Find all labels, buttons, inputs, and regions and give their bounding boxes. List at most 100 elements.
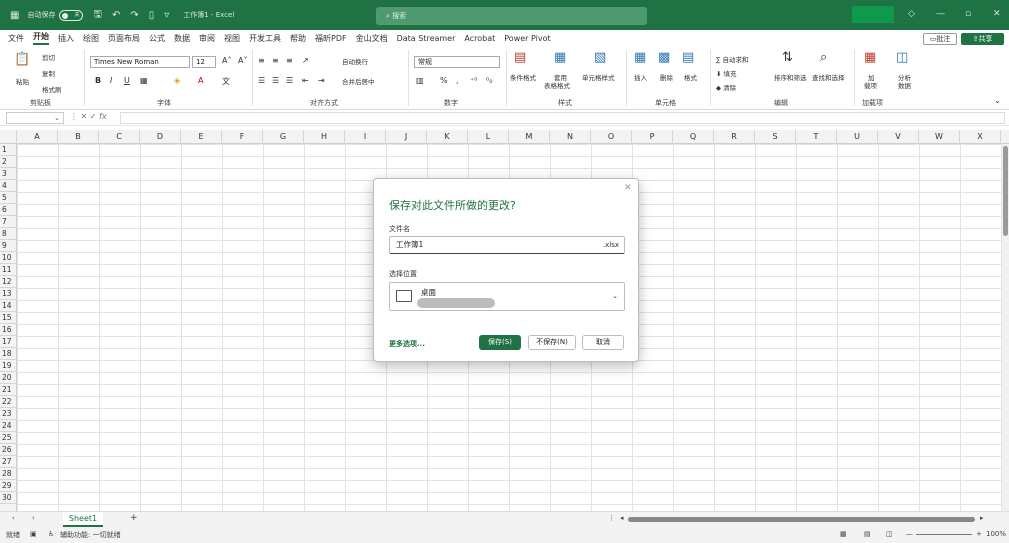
column-header[interactable]: S [755,130,796,144]
restore-button[interactable]: ▫ [965,9,971,19]
column-header[interactable]: B [58,130,99,144]
minimize-button[interactable]: — [936,9,945,19]
column-header[interactable]: W [919,130,960,144]
scroll-left-icon[interactable]: ◂ [620,514,624,522]
row-header[interactable]: 9 [0,240,17,252]
find-select-icon[interactable]: ⌕ [820,50,827,65]
column-header[interactable]: X [960,130,1001,144]
number-format-select[interactable]: 常规 [414,56,500,68]
row-header[interactable]: 13 [0,288,17,300]
zoom-slider[interactable] [916,534,972,535]
cell-styles-button[interactable]: 单元格样式 [582,72,615,82]
row-header[interactable]: 8 [0,228,17,240]
column-header[interactable]: L [468,130,509,144]
zoom-in-icon[interactable]: + [976,530,982,538]
row-header[interactable]: 7 [0,216,17,228]
row-header[interactable]: 21 [0,384,17,396]
column-header[interactable]: M [509,130,550,144]
insert-cells-button[interactable]: 插入 [634,72,647,82]
tab-acrobat[interactable]: Acrobat [464,34,495,43]
column-header[interactable]: F [222,130,263,144]
find-select-button[interactable]: 查找和选择 [812,72,845,82]
sort-filter-icon[interactable]: ⇅ [782,50,793,65]
page-layout-view-icon[interactable]: ▤ [864,530,871,538]
font-color-icon[interactable]: A [198,76,203,85]
share-button[interactable]: ⇪共享 [961,33,1004,45]
redo-icon[interactable]: ↷ [130,10,138,21]
tab-foxit-pdf[interactable]: 福昕PDF [315,33,347,44]
scrollbar-thumb[interactable] [1003,146,1008,236]
border-icon[interactable]: ▦ [140,76,148,85]
accounting-format-icon[interactable]: ▥ [416,76,424,85]
column-header[interactable]: I [345,130,386,144]
font-size-select[interactable]: 12 [192,56,216,68]
zoom-out-icon[interactable]: — [906,530,913,538]
row-header[interactable]: 29 [0,480,17,492]
cell-styles-icon[interactable]: ▧ [594,50,606,65]
close-button[interactable]: ✕ [993,9,1001,19]
align-right-icon[interactable]: ☰ [286,76,293,85]
row-header[interactable]: 1 [0,144,17,156]
cut-button[interactable]: 剪切 [42,52,55,62]
column-header[interactable]: O [591,130,632,144]
column-header[interactable]: P [632,130,673,144]
row-header[interactable]: 5 [0,192,17,204]
row-header[interactable]: 6 [0,204,17,216]
indent-decrease-icon[interactable]: ⇤ [302,76,309,85]
column-header[interactable]: K [427,130,468,144]
save-button[interactable]: 保存(S) [479,335,521,350]
font-grow-icon[interactable]: A˄ [222,56,231,65]
zoom-level[interactable]: 100% [986,530,1006,538]
tab-review[interactable]: 审阅 [199,33,215,44]
format-cells-icon[interactable]: ▤ [682,50,694,65]
confirm-entry-icon[interactable]: ✓ [90,112,97,121]
page-break-view-icon[interactable]: ◫ [886,530,893,538]
vertical-scrollbar[interactable] [1002,144,1009,511]
underline-icon[interactable]: U [124,76,130,85]
align-center-icon[interactable]: ☰ [272,76,279,85]
row-header[interactable]: 28 [0,468,17,480]
autosum-button[interactable]: ∑ 自动求和 [716,54,748,64]
column-header[interactable]: E [181,130,222,144]
row-header[interactable]: 19 [0,360,17,372]
align-middle-icon[interactable]: ≡ [272,56,279,65]
row-header[interactable]: 12 [0,276,17,288]
diamond-icon[interactable]: ◇ [908,9,915,19]
column-header[interactable]: G [263,130,304,144]
select-all-corner[interactable] [0,130,17,144]
macro-record-icon[interactable]: ▣ [30,530,37,538]
phonetic-icon[interactable]: 文 [222,76,230,87]
format-cells-button[interactable]: 格式 [684,72,697,82]
row-header[interactable]: 23 [0,408,17,420]
tab-page-layout[interactable]: 页面布局 [108,33,140,44]
clear-button[interactable]: ◆ 清除 [716,82,736,92]
tab-kdocs[interactable]: 金山文档 [356,33,388,44]
conditional-format-icon[interactable]: ▤ [514,50,526,65]
tab-help[interactable]: 帮助 [290,33,306,44]
collapse-ribbon-icon[interactable]: ⌄ [994,96,1001,105]
row-header[interactable]: 2 [0,156,17,168]
analyze-data-icon[interactable]: ◫ [896,50,908,65]
tab-home[interactable]: 开始 [33,31,49,45]
formula-input[interactable] [120,112,1005,124]
increase-decimal-icon[interactable]: ⁺⁰ [470,76,477,85]
row-header[interactable]: 17 [0,336,17,348]
column-header[interactable]: Q [673,130,714,144]
accessibility-icon[interactable]: ♿ [48,530,54,538]
fill-button[interactable]: ⬇ 填充 [716,68,737,78]
align-bottom-icon[interactable]: ≡ [286,56,293,65]
name-box[interactable]: ⌄ [6,112,64,124]
column-header[interactable]: H [304,130,345,144]
row-header[interactable]: 18 [0,348,17,360]
column-header[interactable]: C [99,130,140,144]
italic-icon[interactable]: I [110,76,112,85]
tab-insert[interactable]: 插入 [58,33,74,44]
font-name-select[interactable]: Times New Roman [90,56,190,68]
tab-power-pivot[interactable]: Power Pivot [504,34,550,43]
scroll-right-icon[interactable]: ▸ [980,514,984,522]
undo-icon[interactable]: ↶ [112,10,120,21]
align-top-icon[interactable]: ≡ [258,56,265,65]
row-header[interactable]: 27 [0,456,17,468]
wrap-text-button[interactable]: 自动换行 [342,56,368,66]
filename-input[interactable]: 工作簿1 .xlsx [389,236,625,254]
